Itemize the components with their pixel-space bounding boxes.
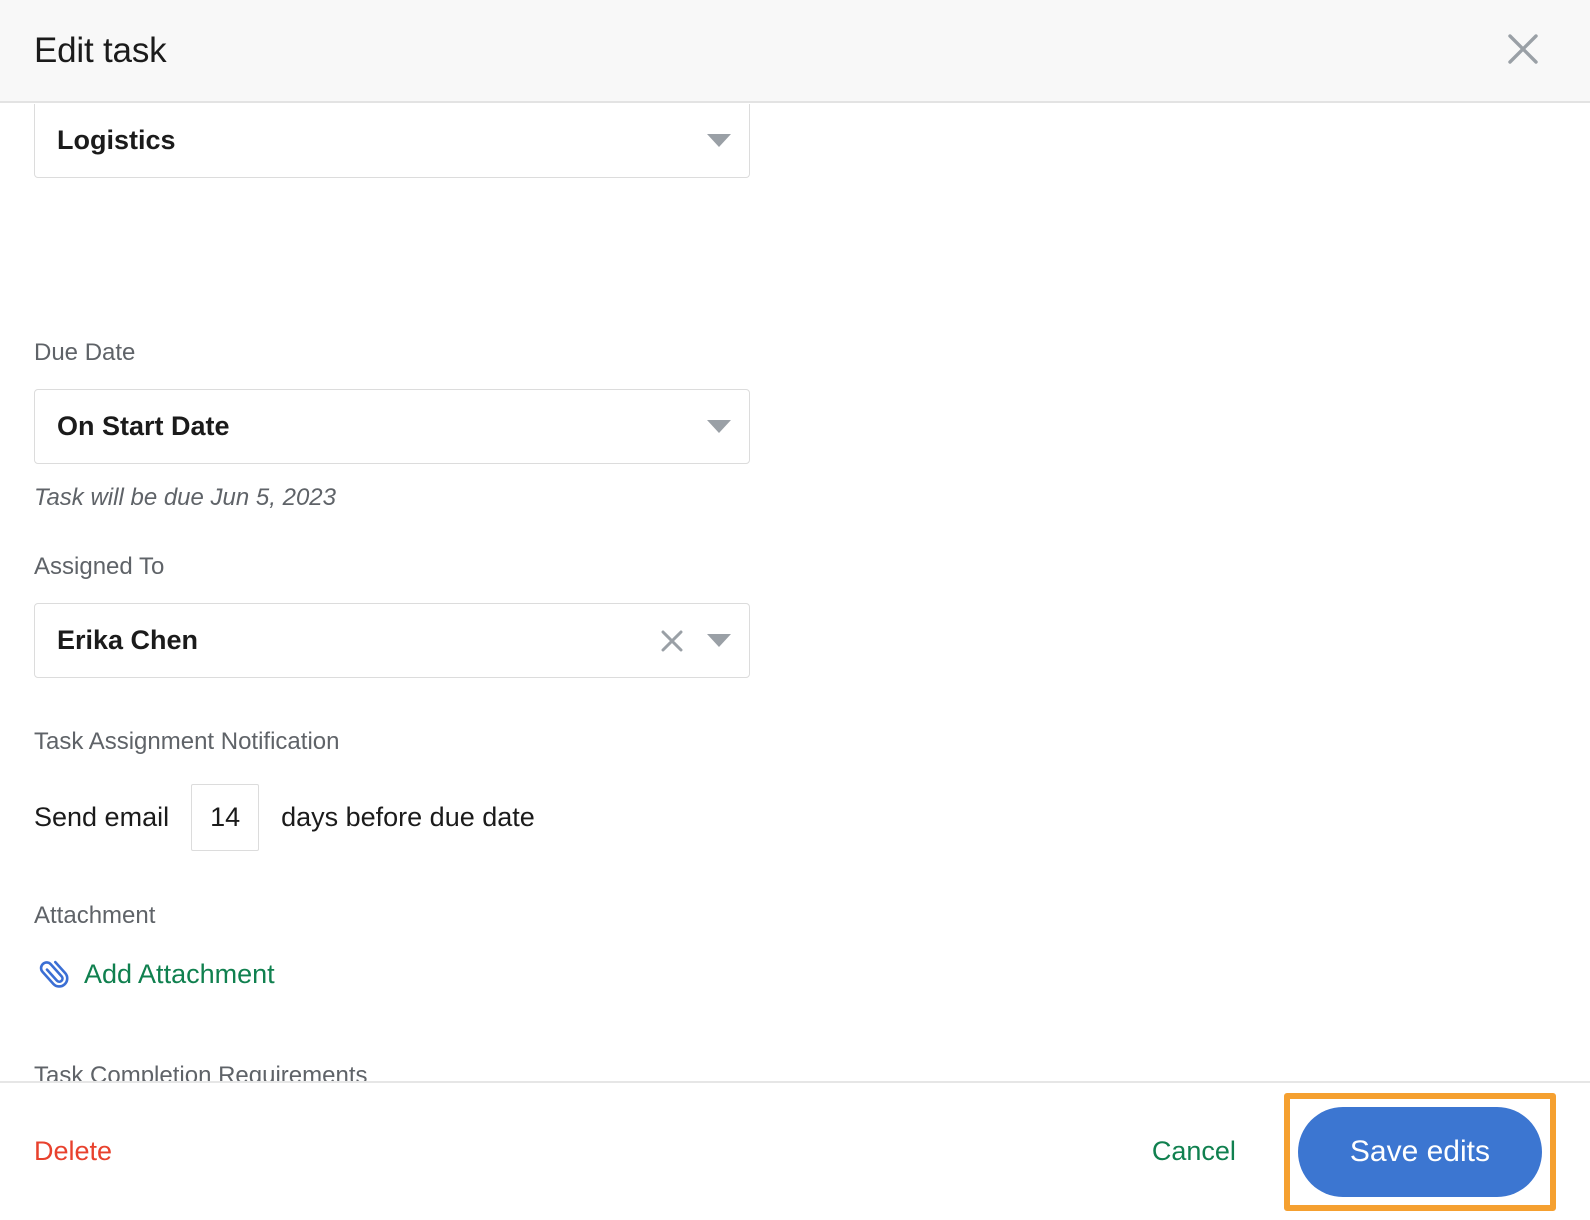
notification-prefix-label: Send email [34,802,170,832]
field-task-completion-requirements: Task Completion Requirements Require att… [34,1062,368,1082]
dialog-header: Edit task [0,0,1590,103]
chevron-down-icon [707,634,731,647]
close-button[interactable] [1502,28,1544,70]
due-date-label: Due Date [34,339,136,366]
save-edits-button[interactable]: Save edits [1297,1106,1542,1197]
completion-requirements-label: Task Completion Requirements [34,1062,368,1082]
clear-assignee-button[interactable] [657,626,687,656]
add-attachment-label: Add Attachment [84,958,275,989]
due-date-select[interactable]: On Start Date [34,389,750,464]
assigned-to-select[interactable]: Erika Chen [34,603,750,678]
page-title: Edit task [34,31,167,70]
add-attachment-button[interactable]: Add Attachment [34,956,275,992]
category-select-value: Logistics [57,125,176,155]
close-icon [661,630,683,651]
notification-row: Send email days before due date [34,784,535,851]
due-date-hint: Task will be due Jun 5, 2023 [34,484,336,511]
attachment-label: Attachment [34,902,156,929]
field-attachment: Attachment Add Attachment [34,904,275,997]
delete-button[interactable]: Delete [34,1138,112,1165]
dialog-body: Logistics Due Date On Start Date Task wi… [0,103,1590,1081]
chevron-down-icon [707,134,731,147]
field-assigned-to: Assigned To Erika Chen [34,555,750,678]
chevron-down-icon [707,420,731,433]
field-task-assignment-notification: Task Assignment Notification Send email … [34,730,535,851]
notification-suffix-label: days before due date [281,802,535,832]
close-icon [1506,32,1540,66]
cancel-button[interactable]: Cancel [1152,1138,1236,1165]
dialog-footer: Delete Cancel Save edits [0,1081,1590,1220]
edit-task-dialog: Edit task Logistics Due Date On Start Da… [0,0,1590,1220]
days-before-due-date-input[interactable] [191,784,260,851]
footer-actions: Cancel Save edits [1152,1092,1556,1211]
paperclip-icon [39,960,69,988]
notification-label: Task Assignment Notification [34,728,340,755]
field-due-date: Due Date On Start Date Task will be due … [34,341,750,510]
assigned-to-label: Assigned To [34,553,165,580]
assigned-to-select-value: Erika Chen [57,625,199,655]
save-button-highlight: Save edits [1283,1092,1556,1211]
field-category: Logistics [34,104,750,178]
due-date-select-value: On Start Date [57,411,230,441]
category-select[interactable]: Logistics [34,104,750,178]
